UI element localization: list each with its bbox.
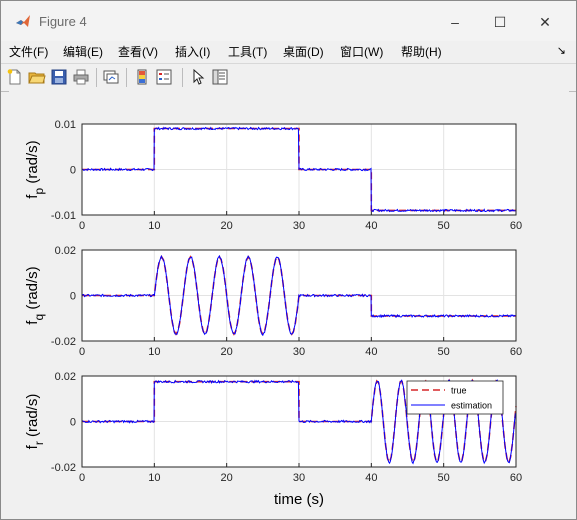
toolbar-separator [96, 68, 97, 87]
x-tick-label: 40 [365, 346, 377, 358]
minimize-icon: – [451, 14, 459, 30]
x-tick-label: 50 [438, 220, 450, 232]
toolbar-separator [182, 68, 183, 87]
x-tick-label: 60 [510, 472, 522, 484]
maximize-icon: ☐ [493, 13, 507, 30]
x-tick-label: 30 [293, 472, 305, 484]
save-icon[interactable] [50, 68, 68, 86]
y-tick-label: -0.02 [51, 336, 76, 348]
property-inspector-icon[interactable] [211, 68, 229, 86]
x-tick-label: 20 [221, 472, 233, 484]
legend-entry-estimation: estimation [451, 401, 492, 411]
y-tick-label: -0.01 [51, 210, 76, 222]
x-tick-label: 50 [438, 346, 450, 358]
x-tick-label: 10 [148, 472, 160, 484]
figure-toolbar [1, 63, 576, 92]
menu-tools[interactable]: 工具(T) [228, 43, 267, 60]
menu-window[interactable]: 窗口(W) [340, 43, 383, 60]
x-tick-label: 30 [293, 220, 305, 232]
y-axis-label-unit: (rad/s) [24, 394, 41, 442]
pointer-icon[interactable] [189, 68, 207, 86]
y-tick-label: 0.02 [55, 245, 76, 257]
insert-legend-icon[interactable] [155, 68, 173, 86]
matlab-logo-icon [16, 15, 30, 27]
x-tick-label: 60 [510, 346, 522, 358]
x-tick-label: 0 [79, 346, 85, 358]
close-button[interactable]: ✕ [522, 7, 568, 37]
menu-edit[interactable]: 编辑(E) [63, 43, 103, 60]
open-file-icon[interactable] [28, 68, 46, 86]
menu-desktop[interactable]: 桌面(D) [283, 43, 324, 60]
x-tick-label: 20 [221, 346, 233, 358]
y-axis-label: fr (rad/s) [24, 394, 46, 450]
menu-help[interactable]: 帮助(H) [401, 43, 442, 60]
x-tick-label: 40 [365, 220, 377, 232]
x-tick-label: 0 [79, 472, 85, 484]
x-tick-label: 10 [148, 346, 160, 358]
new-figure-icon[interactable] [6, 68, 24, 86]
y-tick-label: 0.01 [55, 119, 76, 131]
dock-arrow-icon[interactable]: ↘ [557, 44, 566, 57]
y-tick-label: -0.02 [51, 462, 76, 474]
insert-colorbar-icon[interactable] [133, 68, 151, 86]
maximize-button[interactable]: ☐ [477, 7, 523, 37]
x-tick-label: 10 [148, 220, 160, 232]
y-axis-label-subscript: q [32, 314, 46, 321]
y-axis-label-unit: (rad/s) [24, 266, 41, 314]
y-tick-label: 0 [70, 291, 76, 303]
y-axis-label-unit: (rad/s) [24, 140, 41, 188]
window-title: Figure 4 [39, 14, 87, 29]
figure-window: Figure 4 – ☐ ✕ 文件(F) 编辑(E) 查看(V) 插入(I) 工… [0, 0, 577, 520]
print-icon[interactable] [72, 68, 90, 86]
y-tick-label: 0 [70, 417, 76, 429]
x-tick-label: 20 [221, 220, 233, 232]
link-plot-icon[interactable] [102, 68, 120, 86]
x-tick-label: 60 [510, 220, 522, 232]
minimize-button[interactable]: – [432, 7, 478, 37]
menu-insert[interactable]: 插入(I) [175, 43, 210, 60]
figure-canvas: 0 10 20 30 40 50 60 -0.01 0 0.01 fp (rad/s) 0 10 20 30… [9, 91, 569, 513]
menu-bar: 文件(F) 编辑(E) 查看(V) 插入(I) 工具(T) 桌面(D) 窗口(W… [1, 41, 576, 63]
x-axis-label: time (s) [274, 491, 324, 508]
y-axis-label: fp (rad/s) [24, 140, 46, 198]
toolbar-separator [126, 68, 127, 87]
y-axis-label: fq (rad/s) [24, 266, 46, 324]
legend-entry-true: true [451, 386, 467, 396]
x-tick-label: 30 [293, 346, 305, 358]
x-tick-label: 40 [365, 472, 377, 484]
figure-plot-area: 0 10 20 30 40 50 60-0.0100.01fp (rad/s)0 10 20 30… [24, 119, 522, 508]
title-bar[interactable]: Figure 4 – ☐ ✕ [1, 1, 576, 41]
menu-file[interactable]: 文件(F) [9, 43, 48, 60]
x-tick-label: 0 [79, 220, 85, 232]
close-icon: ✕ [539, 13, 551, 30]
y-tick-label: 0.02 [55, 371, 76, 383]
menu-view[interactable]: 查看(V) [118, 43, 158, 60]
y-tick-label: 0 [70, 165, 76, 177]
x-tick-label: 50 [438, 472, 450, 484]
